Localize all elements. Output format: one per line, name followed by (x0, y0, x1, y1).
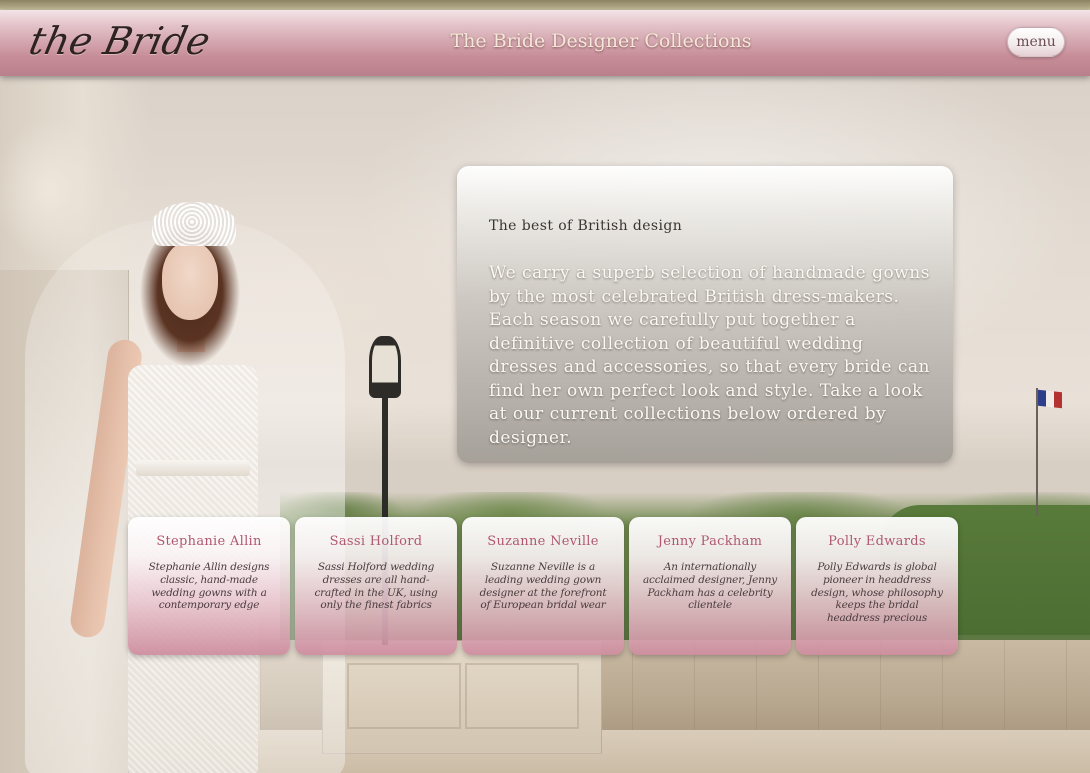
stone-pedestal (322, 640, 602, 754)
bride-figure (25, 190, 345, 773)
designer-card-jenny-packham[interactable]: Jenny Packham An internationally acclaim… (629, 517, 791, 655)
intro-paragraph: We carry a superb selection of handmade … (489, 263, 930, 307)
intro-heading: The best of British design (489, 218, 683, 234)
flag-pole (1036, 388, 1038, 516)
designer-description: An internationally acclaimed designer, J… (642, 561, 778, 612)
page-title: The Bride Designer Collections (450, 30, 752, 52)
designer-card-stephanie-allin[interactable]: Stephanie Allin Stephanie Allin designs … (128, 517, 290, 655)
intro-text: We carry a superb selection of handmade … (489, 262, 931, 450)
bride-belt (136, 460, 250, 476)
designer-description: Suzanne Neville is a leading wedding gow… (479, 561, 607, 612)
designer-description: Sassi Holford wedding dresses are all ha… (314, 561, 438, 612)
designer-card-polly-edwards[interactable]: Polly Edwards Polly Edwards is global pi… (796, 517, 958, 655)
lamp-head (369, 336, 401, 398)
designer-name: Polly Edwards (828, 534, 926, 549)
designer-cards: Stephanie Allin Stephanie Allin designs … (128, 517, 958, 655)
header-bar: the Bride The Bride Designer Collections… (0, 10, 1090, 76)
pedestal-panel (347, 663, 461, 729)
bride-face (162, 242, 218, 320)
pedestal-panel (465, 663, 579, 729)
menu-button[interactable]: menu (1007, 27, 1065, 57)
intro-paragraph: Each season we carefully put together a … (489, 310, 930, 448)
bride-headpiece (152, 202, 236, 246)
designer-name: Stephanie Allin (156, 534, 262, 549)
designer-card-sassi-holford[interactable]: Sassi Holford Sassi Holford wedding dres… (295, 517, 457, 655)
designer-name: Suzanne Neville (487, 534, 599, 549)
flag (1038, 389, 1062, 409)
designer-name: Sassi Holford (329, 534, 423, 549)
top-gold-strip (0, 0, 1090, 10)
designer-card-suzanne-neville[interactable]: Suzanne Neville Suzanne Neville is a lea… (462, 517, 624, 655)
designer-name: Jenny Packham (657, 534, 763, 549)
intro-panel: The best of British design We carry a su… (457, 166, 953, 463)
designer-description: Polly Edwards is global pioneer in headd… (811, 561, 943, 625)
designer-description: Stephanie Allin designs classic, hand-ma… (148, 561, 270, 612)
